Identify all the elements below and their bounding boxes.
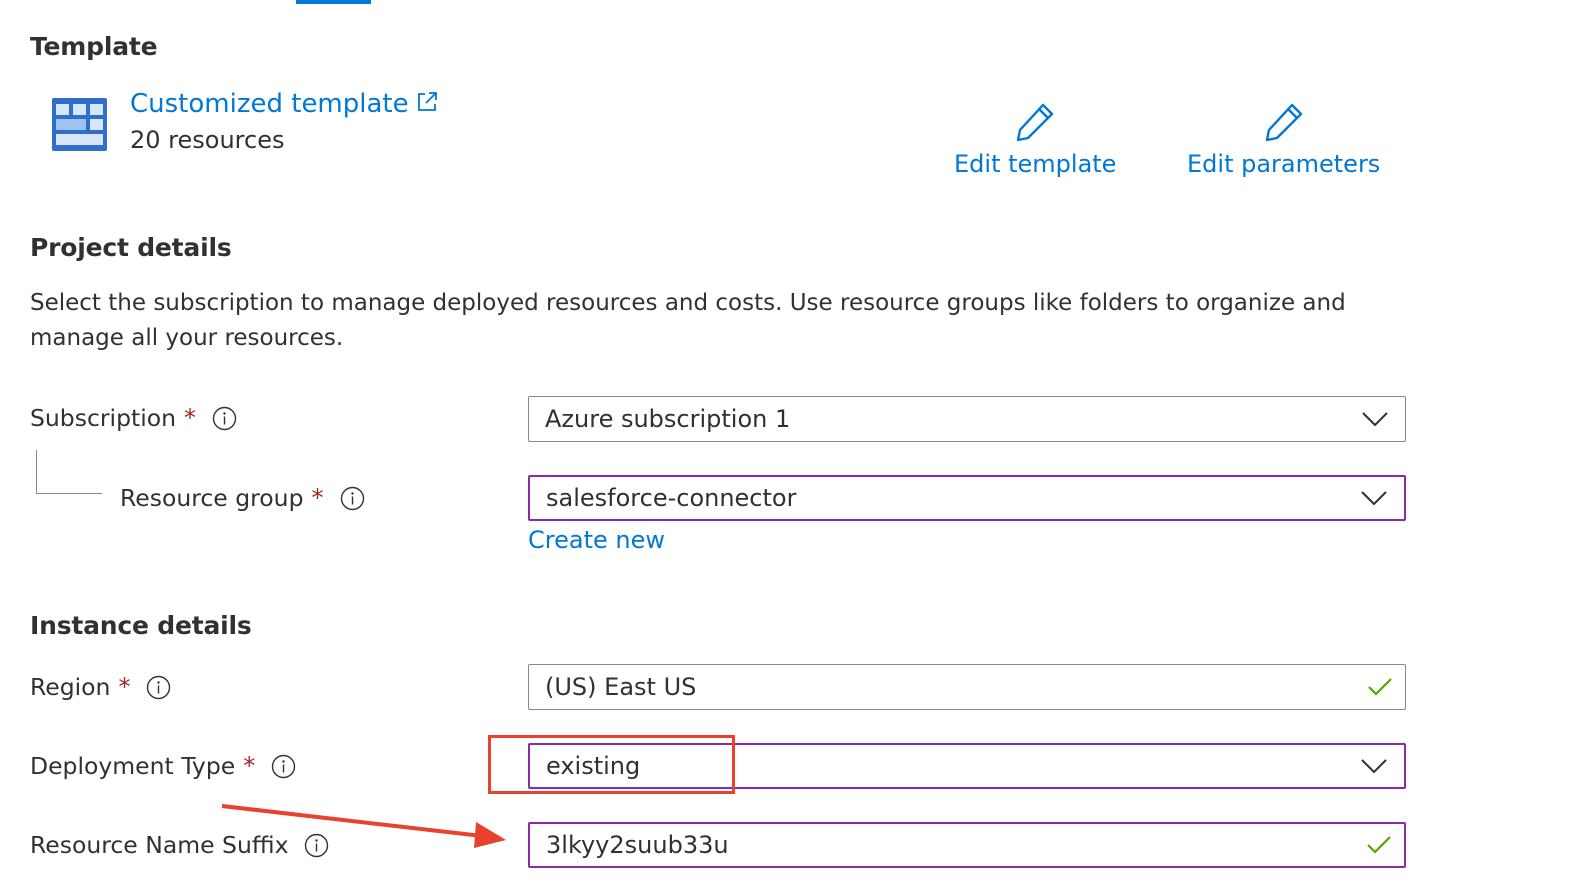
required-asterisk: *: [311, 484, 324, 512]
resource-group-dropdown[interactable]: salesforce-connector: [528, 475, 1406, 521]
annotation-highlight-box: [488, 735, 735, 794]
annotation-arrow-icon: [221, 804, 506, 848]
region-label: Region *: [30, 673, 171, 701]
resource-count: 20 resources: [130, 126, 285, 154]
chevron-down-icon: [1361, 491, 1387, 506]
pencil-icon: [1017, 103, 1054, 142]
checkmark-icon: [1368, 678, 1392, 696]
deployment-type-label-text: Deployment Type: [30, 752, 236, 780]
edit-parameters-button[interactable]: Edit parameters: [1187, 100, 1380, 178]
edit-template-label: Edit template: [954, 150, 1117, 178]
create-new-link[interactable]: Create new: [528, 526, 665, 554]
project-details-heading: Project details: [30, 233, 232, 262]
external-link-icon: [417, 92, 437, 111]
region-value: (US) East US: [545, 673, 697, 701]
template-heading: Template: [30, 32, 158, 61]
instance-details-heading: Instance details: [30, 611, 252, 640]
active-tab-indicator: [296, 0, 371, 4]
tree-connector: [36, 450, 102, 494]
pencil-icon: [1265, 103, 1302, 142]
deployment-type-label: Deployment Type *: [30, 752, 296, 780]
resource-name-suffix-value: 3lkyy2suub33u: [546, 831, 729, 859]
resource-group-label-text: Resource group: [120, 484, 304, 512]
info-icon[interactable]: [146, 675, 171, 700]
edit-parameters-label: Edit parameters: [1187, 150, 1381, 178]
region-label-text: Region: [30, 673, 111, 701]
subscription-label-text: Subscription: [30, 404, 177, 432]
customized-template-label: Customized template: [130, 89, 409, 119]
subscription-value: Azure subscription 1: [545, 405, 791, 433]
edit-template-button[interactable]: Edit template: [954, 100, 1116, 178]
chevron-down-icon: [1361, 759, 1387, 774]
subscription-dropdown[interactable]: Azure subscription 1: [528, 396, 1406, 442]
region-dropdown[interactable]: (US) East US: [528, 664, 1406, 710]
resource-name-suffix-input[interactable]: 3lkyy2suub33u: [528, 822, 1406, 868]
info-icon[interactable]: [271, 754, 296, 779]
resource-group-label: Resource group *: [120, 484, 365, 512]
required-asterisk: *: [118, 673, 131, 701]
checkmark-icon: [1367, 836, 1391, 854]
required-asterisk: *: [243, 752, 256, 780]
customized-template-link[interactable]: Customized template: [130, 86, 439, 122]
info-icon[interactable]: [212, 406, 237, 431]
resource-group-value: salesforce-connector: [546, 484, 797, 512]
project-details-description: Select the subscription to manage deploy…: [30, 290, 1346, 351]
required-asterisk: *: [184, 404, 197, 432]
template-grid-icon: [52, 98, 107, 151]
info-icon[interactable]: [340, 486, 365, 511]
chevron-down-icon: [1362, 412, 1388, 427]
subscription-label: Subscription *: [30, 404, 237, 432]
